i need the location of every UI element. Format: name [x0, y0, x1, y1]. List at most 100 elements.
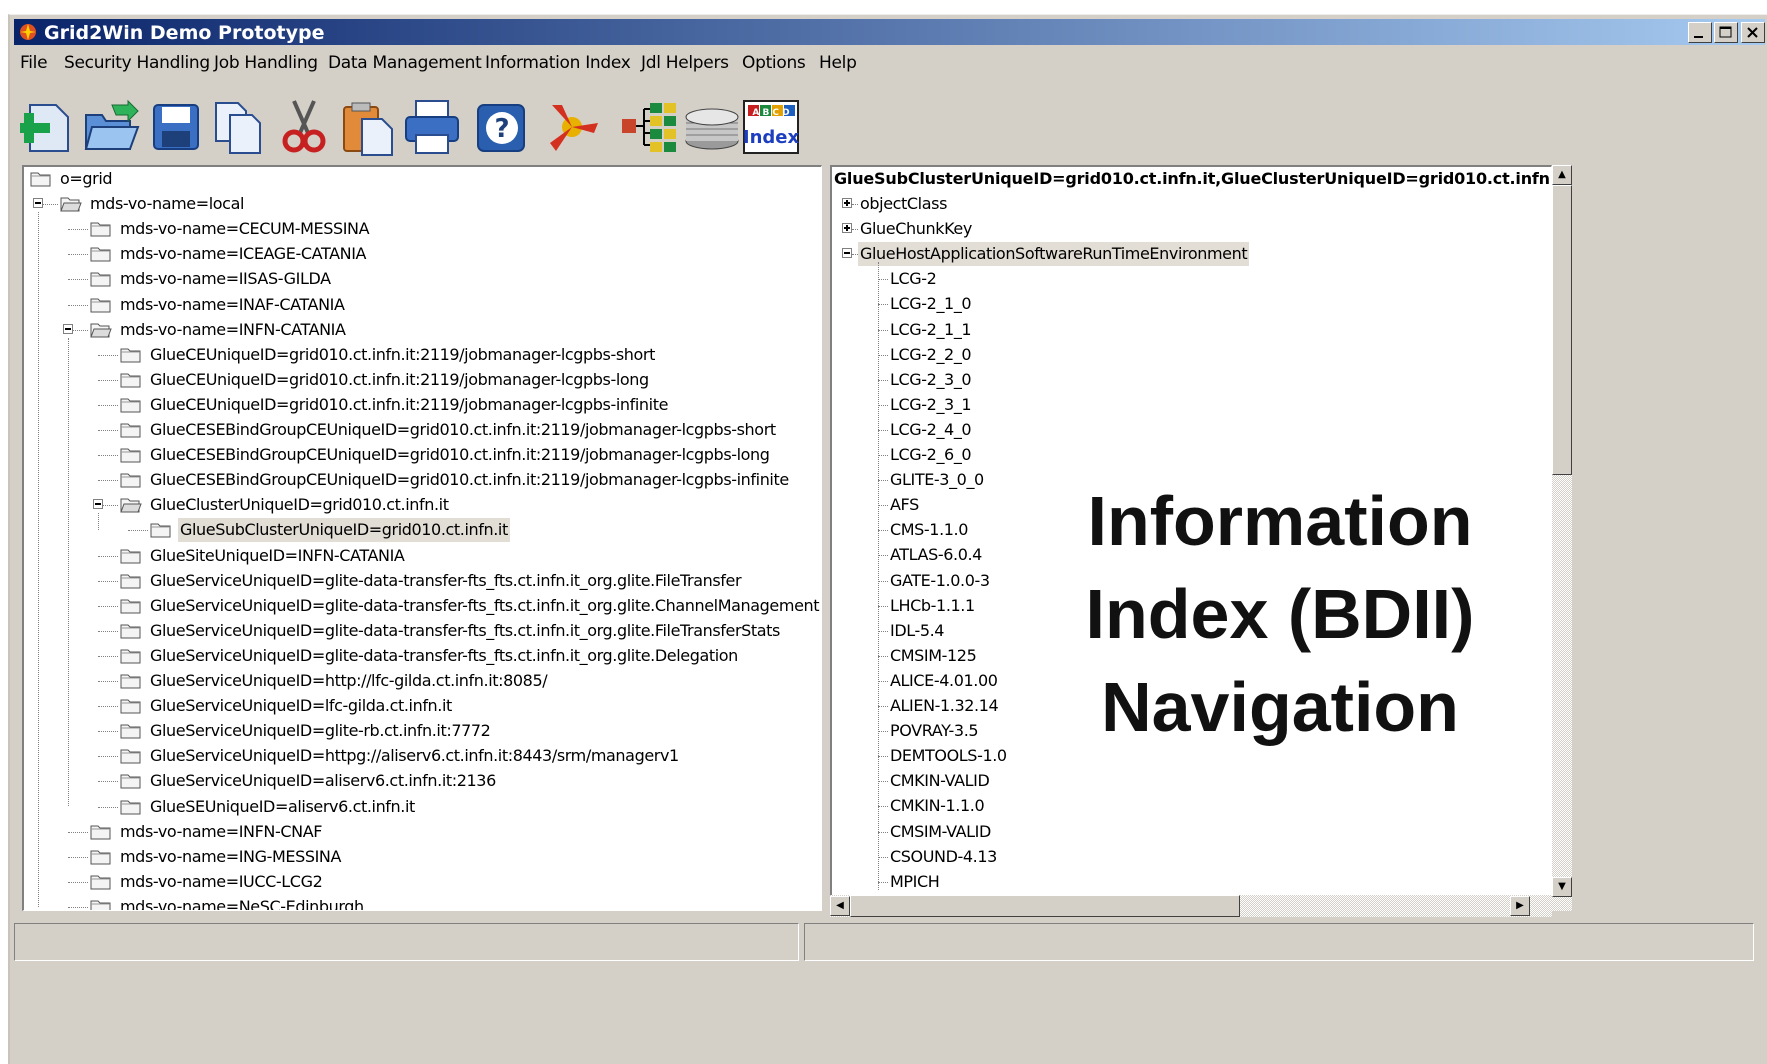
- menu-options[interactable]: Options: [742, 53, 806, 73]
- tree-node[interactable]: GlueServiceUniqueID=lfc-gilda.ct.infn.it: [24, 694, 821, 718]
- index-icon[interactable]: A B C D Index: [742, 97, 802, 157]
- tree-node[interactable]: mds-vo-name=IISAS-GILDA: [24, 267, 821, 291]
- attribute-value[interactable]: LCG-2_2_0: [832, 343, 1432, 367]
- tree-node[interactable]: GlueCESEBindGroupCEUniqueID=grid010.ct.i…: [24, 418, 821, 442]
- collapse-toggle-icon[interactable]: [93, 499, 103, 510]
- tree-node[interactable]: mds-vo-name=NeSC-Edinburgh: [24, 895, 821, 910]
- tree-node[interactable]: GlueServiceUniqueID=http://lfc-gilda.ct.…: [24, 669, 821, 693]
- tree-node[interactable]: GlueServiceUniqueID=httpg://aliserv6.ct.…: [24, 744, 821, 768]
- tree-node[interactable]: GlueSubClusterUniqueID=grid010.ct.infn.i…: [24, 518, 821, 543]
- copy-icon[interactable]: [210, 97, 270, 157]
- menu-job-handling[interactable]: Job Handling: [214, 53, 318, 73]
- menu-jdl-helpers[interactable]: Jdl Helpers: [641, 53, 729, 73]
- attribute-value-label: GATE-1.0.0-3: [890, 570, 990, 590]
- attribute-value-label: LCG-2_3_1: [890, 394, 972, 414]
- attribute-value-label: MPICH: [890, 871, 940, 891]
- tree-node[interactable]: GlueSEUniqueID=aliserv6.ct.infn.it: [24, 795, 821, 819]
- folder-icon: [120, 772, 142, 790]
- tree-connector: [878, 881, 888, 883]
- directory-tree[interactable]: o=grid mds-vo-name=local mds-vo-name=CECUM…: [22, 165, 822, 911]
- attribute-value-label: LCG-2: [890, 269, 937, 289]
- attribute-value-label: CSOUND-4.13: [890, 846, 997, 866]
- menu-data-management[interactable]: Data Management: [328, 53, 482, 73]
- job-icon[interactable]: [618, 97, 678, 157]
- expand-toggle-icon[interactable]: [842, 248, 852, 259]
- close-button[interactable]: [1741, 22, 1765, 43]
- attribute-value[interactable]: LCG-2_4_0: [832, 418, 1432, 442]
- attribute-value[interactable]: CMKIN-VALID: [832, 769, 1432, 793]
- help-icon[interactable]: ?: [474, 97, 534, 157]
- print-icon[interactable]: [402, 97, 462, 157]
- attribute-value[interactable]: LCG-2_1_0: [832, 292, 1432, 316]
- tree-node[interactable]: GlueCEUniqueID=grid010.ct.infn.it:2119/j…: [24, 393, 821, 417]
- vertical-scrollbar[interactable]: ▲ ▼: [1552, 165, 1572, 911]
- scroll-right-button[interactable]: ▶: [1510, 896, 1530, 916]
- expand-toggle-icon[interactable]: [842, 198, 852, 208]
- folder-icon: [120, 747, 142, 765]
- save-icon[interactable]: [146, 97, 206, 157]
- tree-node[interactable]: mds-vo-name=INFN-CNAF: [24, 820, 821, 844]
- storage-icon[interactable]: [682, 97, 742, 157]
- tree-node[interactable]: GlueServiceUniqueID=glite-data-transfer-…: [24, 569, 821, 593]
- horizontal-scroll-thumb[interactable]: [850, 895, 1240, 917]
- tree-node[interactable]: mds-vo-name=ING-MESSINA: [24, 845, 821, 869]
- collapse-toggle-icon[interactable]: [63, 323, 73, 334]
- attribute-value[interactable]: CMKIN-1.1.0: [832, 794, 1432, 818]
- tree-node[interactable]: GlueServiceUniqueID=aliserv6.ct.infn.it:…: [24, 769, 821, 793]
- menu-information-index[interactable]: Information Index: [485, 53, 631, 73]
- attribute-value[interactable]: LCG-2_3_0: [832, 368, 1432, 392]
- scroll-down-button[interactable]: ▼: [1552, 877, 1572, 897]
- paste-icon[interactable]: [338, 97, 398, 157]
- attribute-node[interactable]: objectClass: [832, 192, 1551, 216]
- expand-toggle-icon[interactable]: [842, 223, 852, 234]
- tree-node[interactable]: GlueServiceUniqueID=glite-data-transfer-…: [24, 619, 821, 643]
- attribute-value[interactable]: CMSIM-VALID: [832, 820, 1432, 844]
- new-icon[interactable]: [18, 97, 78, 157]
- folder-icon: [120, 396, 142, 414]
- security-icon[interactable]: [542, 97, 602, 157]
- folder-icon: [90, 823, 112, 841]
- tree-node-label: GlueServiceUniqueID=glite-data-transfer-…: [150, 570, 742, 590]
- title-bar[interactable]: Grid2Win Demo Prototype: [14, 19, 1765, 45]
- menu-help[interactable]: Help: [819, 53, 857, 73]
- tree-node[interactable]: o=grid: [24, 167, 821, 191]
- attribute-value[interactable]: LCG-2_6_0: [832, 443, 1432, 467]
- open-folder-icon[interactable]: [82, 97, 142, 157]
- tree-node[interactable]: GlueCESEBindGroupCEUniqueID=grid010.ct.i…: [24, 443, 821, 467]
- tree-node[interactable]: mds-vo-name=local: [24, 192, 821, 216]
- menu-file[interactable]: File: [20, 53, 48, 73]
- scroll-left-button[interactable]: ◀: [830, 896, 850, 916]
- tree-node[interactable]: mds-vo-name=INAF-CATANIA: [24, 293, 821, 317]
- tree-node[interactable]: GlueClusterUniqueID=grid010.ct.infn.it: [24, 493, 821, 517]
- tree-connector: [68, 906, 88, 908]
- scroll-up-button[interactable]: ▲: [1552, 165, 1572, 185]
- folder-icon: [90, 873, 112, 891]
- tree-node[interactable]: GlueServiceUniqueID=glite-rb.ct.infn.it:…: [24, 719, 821, 743]
- cut-icon[interactable]: [274, 97, 334, 157]
- attribute-value[interactable]: LCG-2_3_1: [832, 393, 1432, 417]
- attribute-value[interactable]: CSOUND-4.13: [832, 845, 1432, 869]
- tree-node[interactable]: GlueServiceUniqueID=glite-data-transfer-…: [24, 594, 821, 618]
- tree-node[interactable]: mds-vo-name=IUCC-LCG2: [24, 870, 821, 894]
- tree-node[interactable]: GlueCEUniqueID=grid010.ct.infn.it:2119/j…: [24, 368, 821, 392]
- vertical-scroll-thumb[interactable]: [1552, 185, 1572, 475]
- maximize-button[interactable]: [1714, 22, 1738, 43]
- attribute-node[interactable]: GlueHostApplicationSoftwareRunTimeEnviro…: [832, 242, 1551, 267]
- attribute-node[interactable]: GlueChunkKey: [832, 217, 1551, 241]
- tree-node[interactable]: mds-vo-name=INFN-CATANIA: [24, 318, 821, 342]
- tree-node[interactable]: GlueCESEBindGroupCEUniqueID=grid010.ct.i…: [24, 468, 821, 492]
- tree-node[interactable]: mds-vo-name=ICEAGE-CATANIA: [24, 242, 821, 266]
- tree-connector: [878, 404, 888, 406]
- menu-security-handling[interactable]: Security Handling: [64, 53, 210, 73]
- tree-node[interactable]: mds-vo-name=CECUM-MESSINA: [24, 217, 821, 241]
- collapse-toggle-icon[interactable]: [33, 198, 43, 209]
- tree-node-label: mds-vo-name=INAF-CATANIA: [120, 294, 345, 314]
- horizontal-scrollbar[interactable]: ◀ ▶: [830, 895, 1552, 917]
- attribute-value[interactable]: LCG-2: [832, 267, 1432, 291]
- tree-node[interactable]: GlueSiteUniqueID=INFN-CATANIA: [24, 544, 821, 568]
- attribute-value[interactable]: LCG-2_1_1: [832, 318, 1432, 342]
- tree-node[interactable]: GlueServiceUniqueID=glite-data-transfer-…: [24, 644, 821, 668]
- tree-node[interactable]: GlueCEUniqueID=grid010.ct.infn.it:2119/j…: [24, 343, 821, 367]
- attribute-value[interactable]: MPICH: [832, 870, 1432, 894]
- minimize-button[interactable]: [1688, 22, 1712, 43]
